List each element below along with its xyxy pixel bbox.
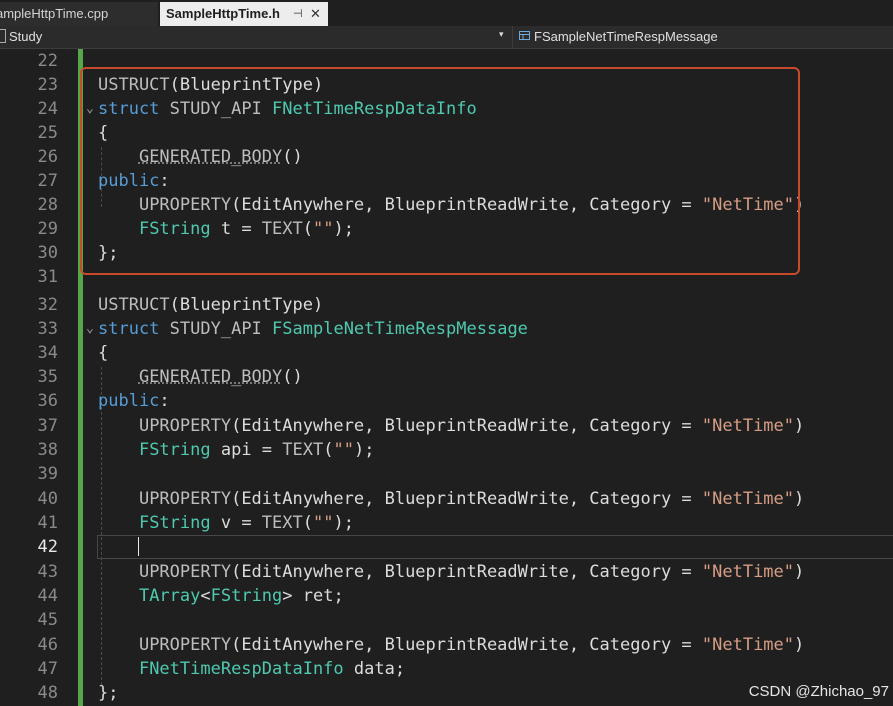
code-text: struct STUDY_API FSampleNetTimeRespMessa… bbox=[98, 319, 528, 339]
code-line: 35 GENERATED_BODY() bbox=[0, 365, 893, 389]
close-icon[interactable]: ✕ bbox=[310, 2, 321, 26]
line-number: 37 bbox=[37, 416, 58, 436]
code-text: UPROPERTY(EditAnywhere, BlueprintReadWri… bbox=[138, 562, 805, 582]
code-text: TArray<FString> ret; bbox=[138, 586, 344, 606]
code-line: 39 bbox=[0, 462, 893, 486]
line-number: 22 bbox=[37, 51, 58, 71]
pin-icon[interactable]: ⊣ bbox=[293, 2, 303, 26]
tab-label: SampleHttpTime.h bbox=[166, 6, 280, 21]
line-number: 31 bbox=[37, 267, 58, 287]
code-line: 46 UPROPERTY(EditAnywhere, BlueprintRead… bbox=[0, 633, 893, 657]
code-text: USTRUCT(BlueprintType) bbox=[98, 295, 324, 315]
code-editor[interactable]: ⌄ ⌄ 22 23 USTRUCT(BlueprintType) 24 stru… bbox=[0, 49, 893, 706]
line-number: 38 bbox=[37, 440, 58, 460]
line-number: 27 bbox=[37, 171, 58, 191]
tab-sample-http-time-cpp[interactable]: ampleHttpTime.cpp bbox=[0, 2, 158, 26]
code-line: 36 public: bbox=[0, 389, 893, 413]
code-text: UPROPERTY(EditAnywhere, BlueprintReadWri… bbox=[138, 489, 805, 509]
line-number: 34 bbox=[37, 343, 58, 363]
annotation-highlight-box bbox=[80, 67, 800, 275]
line-number: 30 bbox=[37, 243, 58, 263]
line-number: 42 bbox=[37, 537, 58, 557]
code-line: 41 FString v = TEXT(""); bbox=[0, 511, 893, 535]
line-number: 45 bbox=[37, 610, 58, 630]
member-label: FSampleNetTimeRespMessage bbox=[534, 29, 718, 44]
chevron-down-icon[interactable]: ▾ bbox=[499, 29, 504, 40]
code-text: FNetTimeRespDataInfo data; bbox=[138, 659, 406, 679]
code-line: 37 UPROPERTY(EditAnywhere, BlueprintRead… bbox=[0, 414, 893, 438]
code-line: 40 UPROPERTY(EditAnywhere, BlueprintRead… bbox=[0, 487, 893, 511]
line-number: 23 bbox=[37, 75, 58, 95]
line-number: 44 bbox=[37, 586, 58, 606]
line-number: 25 bbox=[37, 123, 58, 143]
code-text: FString v = TEXT(""); bbox=[138, 513, 354, 533]
code-line: 32 USTRUCT(BlueprintType) bbox=[0, 293, 893, 317]
code-line: 43 UPROPERTY(EditAnywhere, BlueprintRead… bbox=[0, 560, 893, 584]
line-number: 40 bbox=[37, 489, 58, 509]
code-text: public: bbox=[98, 391, 170, 411]
code-text: FString api = TEXT(""); bbox=[138, 440, 375, 460]
line-number: 47 bbox=[37, 659, 58, 679]
line-number: 43 bbox=[37, 562, 58, 582]
line-number: 36 bbox=[37, 391, 58, 411]
line-number: 39 bbox=[37, 464, 58, 484]
watermark: CSDN @Zhichao_97 bbox=[748, 683, 889, 700]
code-line: 44 TArray<FString> ret; bbox=[0, 584, 893, 608]
line-number: 33 bbox=[37, 319, 58, 339]
code-line: 38 FString api = TEXT(""); bbox=[0, 438, 893, 462]
code-line: 34 { bbox=[0, 341, 893, 365]
code-line: 47 FNetTimeRespDataInfo data; bbox=[0, 657, 893, 681]
code-text: UPROPERTY(EditAnywhere, BlueprintReadWri… bbox=[138, 416, 805, 436]
tab-label: ampleHttpTime.cpp bbox=[0, 6, 109, 21]
scope-dropdown[interactable]: Study ▾ bbox=[0, 26, 513, 48]
line-number: 46 bbox=[37, 635, 58, 655]
tab-sample-http-time-h[interactable]: SampleHttpTime.h ⊣ ✕ bbox=[160, 2, 328, 26]
line-number: 24 bbox=[37, 99, 58, 119]
code-line-current: 42 bbox=[0, 535, 893, 559]
line-number: 41 bbox=[37, 513, 58, 533]
line-number: 32 bbox=[37, 295, 58, 315]
line-number: 35 bbox=[37, 367, 58, 387]
tab-bar: ampleHttpTime.cpp SampleHttpTime.h ⊣ ✕ bbox=[0, 0, 893, 26]
member-dropdown[interactable]: FSampleNetTimeRespMessage bbox=[516, 26, 893, 48]
code-text: }; bbox=[98, 683, 119, 703]
code-text: { bbox=[98, 343, 109, 363]
line-number: 26 bbox=[37, 147, 58, 167]
line-number: 29 bbox=[37, 219, 58, 239]
code-text: GENERATED_BODY() bbox=[138, 367, 303, 387]
scope-label: Study bbox=[9, 29, 43, 44]
navigation-bar: Study ▾ FSampleNetTimeRespMessage bbox=[0, 26, 893, 49]
code-text: UPROPERTY(EditAnywhere, BlueprintReadWri… bbox=[138, 635, 805, 655]
struct-icon bbox=[519, 31, 530, 40]
code-line: 33 struct STUDY_API FSampleNetTimeRespMe… bbox=[0, 317, 893, 341]
line-number: 28 bbox=[37, 195, 58, 215]
project-icon bbox=[0, 29, 6, 43]
line-number: 48 bbox=[37, 683, 58, 703]
code-line: 45 bbox=[0, 608, 893, 632]
